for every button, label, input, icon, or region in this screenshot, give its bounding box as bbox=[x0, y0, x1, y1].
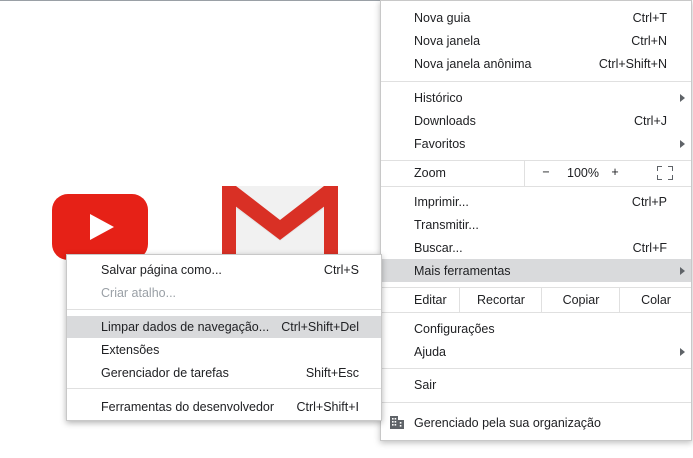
submenu-item-label: Limpar dados de navegação... bbox=[101, 320, 270, 334]
menu-separator bbox=[381, 312, 691, 313]
menu-item-label: Downloads bbox=[414, 113, 476, 128]
cut-button[interactable]: Recortar bbox=[459, 288, 542, 312]
zoom-in-button[interactable]: + bbox=[608, 165, 622, 179]
submenu-item-clear-browsing-data[interactable]: Limpar dados de navegação... Ctrl+Shift+… bbox=[67, 316, 381, 338]
more-tools-submenu: Salvar página como... Ctrl+S Criar atalh… bbox=[66, 254, 382, 421]
menu-separator bbox=[381, 81, 691, 82]
menu-item-downloads[interactable]: Downloads Ctrl+J bbox=[381, 109, 691, 132]
submenu-arrow-icon bbox=[680, 139, 685, 148]
menu-item-label: Mais ferramentas bbox=[414, 263, 511, 278]
menu-item-settings[interactable]: Configurações bbox=[381, 317, 691, 340]
menu-item-exit[interactable]: Sair bbox=[381, 373, 691, 396]
submenu-arrow-icon bbox=[680, 266, 685, 275]
menu-item-shortcut: Ctrl+P bbox=[631, 194, 667, 209]
fullscreen-icon[interactable] bbox=[657, 166, 673, 180]
zoom-label: Zoom bbox=[414, 166, 446, 180]
menu-item-history[interactable]: Histórico bbox=[381, 86, 691, 109]
menu-item-find[interactable]: Buscar... Ctrl+F bbox=[381, 236, 691, 259]
menu-item-label: Imprimir... bbox=[414, 194, 469, 209]
edit-row: Editar Recortar Copiar Colar bbox=[381, 288, 691, 312]
menu-separator bbox=[381, 402, 691, 403]
submenu-item-task-manager[interactable]: Gerenciador de tarefas Shift+Esc bbox=[67, 362, 381, 384]
copy-button[interactable]: Copiar bbox=[541, 288, 620, 312]
menu-item-new-window[interactable]: Nova janela Ctrl+N bbox=[381, 29, 691, 52]
chrome-main-menu: Nova guia Ctrl+T Nova janela Ctrl+N Nova… bbox=[380, 0, 692, 441]
submenu-item-label: Ferramentas do desenvolvedor bbox=[101, 400, 275, 414]
menu-item-label: Transmitir... bbox=[414, 217, 479, 232]
edit-label: Editar bbox=[414, 293, 447, 307]
submenu-item-extensions[interactable]: Extensões bbox=[67, 339, 381, 361]
menu-separator bbox=[381, 186, 691, 187]
page-top-border bbox=[0, 0, 380, 1]
managed-by-organization[interactable]: Gerenciado pela sua organização bbox=[381, 410, 691, 436]
menu-item-label: Buscar... bbox=[414, 240, 463, 255]
menu-item-label: Nova janela anônima bbox=[414, 56, 532, 71]
zoom-row: Zoom − 100% + bbox=[381, 161, 691, 186]
menu-item-shortcut: Ctrl+J bbox=[634, 113, 667, 128]
zoom-controls: − 100% + bbox=[524, 161, 692, 186]
menu-item-shortcut: Ctrl+F bbox=[632, 240, 667, 255]
menu-item-label: Configurações bbox=[414, 321, 495, 336]
submenu-item-label: Extensões bbox=[101, 343, 160, 357]
submenu-item-create-shortcut: Criar atalho... bbox=[67, 282, 381, 304]
youtube-shortcut-icon[interactable] bbox=[52, 194, 148, 260]
submenu-item-shortcut: Ctrl+Shift+Del bbox=[281, 320, 359, 334]
menu-separator bbox=[381, 368, 691, 369]
gmail-shortcut-icon[interactable] bbox=[220, 184, 340, 264]
submenu-separator bbox=[67, 309, 381, 310]
menu-item-new-tab[interactable]: Nova guia Ctrl+T bbox=[381, 6, 691, 29]
paste-button[interactable]: Colar bbox=[619, 288, 692, 312]
menu-item-bookmarks[interactable]: Favoritos bbox=[381, 132, 691, 155]
menu-item-label: Favoritos bbox=[414, 136, 466, 151]
menu-item-shortcut: Ctrl+T bbox=[632, 10, 667, 25]
menu-item-label: Nova janela bbox=[414, 33, 481, 48]
submenu-item-developer-tools[interactable]: Ferramentas do desenvolvedor Ctrl+Shift+… bbox=[67, 396, 381, 418]
menu-item-label: Sair bbox=[414, 377, 437, 392]
managed-label: Gerenciado pela sua organização bbox=[414, 416, 601, 430]
menu-item-label: Ajuda bbox=[414, 344, 446, 359]
menu-item-more-tools[interactable]: Mais ferramentas bbox=[381, 259, 691, 282]
submenu-arrow-icon bbox=[680, 347, 685, 356]
menu-item-cast[interactable]: Transmitir... bbox=[381, 213, 691, 236]
menu-item-help[interactable]: Ajuda bbox=[381, 340, 691, 363]
submenu-separator bbox=[67, 388, 381, 389]
building-icon bbox=[390, 416, 404, 429]
submenu-item-label: Criar atalho... bbox=[101, 286, 177, 300]
submenu-arrow-icon bbox=[680, 93, 685, 102]
menu-item-shortcut: Ctrl+N bbox=[631, 33, 667, 48]
menu-item-shortcut: Ctrl+Shift+N bbox=[598, 56, 667, 71]
menu-item-incognito-window[interactable]: Nova janela anônima Ctrl+Shift+N bbox=[381, 52, 691, 75]
submenu-item-save-page[interactable]: Salvar página como... Ctrl+S bbox=[67, 259, 381, 281]
play-icon bbox=[90, 214, 114, 240]
menu-item-label: Histórico bbox=[414, 90, 463, 105]
submenu-item-shortcut: Ctrl+Shift+I bbox=[296, 400, 359, 414]
submenu-item-label: Salvar página como... bbox=[101, 263, 222, 277]
menu-item-label: Nova guia bbox=[414, 10, 471, 25]
submenu-item-shortcut: Ctrl+S bbox=[323, 263, 359, 277]
zoom-level: 100% bbox=[567, 166, 599, 180]
submenu-item-label: Gerenciador de tarefas bbox=[101, 366, 229, 380]
zoom-out-button[interactable]: − bbox=[539, 165, 553, 179]
submenu-item-shortcut: Shift+Esc bbox=[305, 366, 359, 380]
menu-item-print[interactable]: Imprimir... Ctrl+P bbox=[381, 190, 691, 213]
